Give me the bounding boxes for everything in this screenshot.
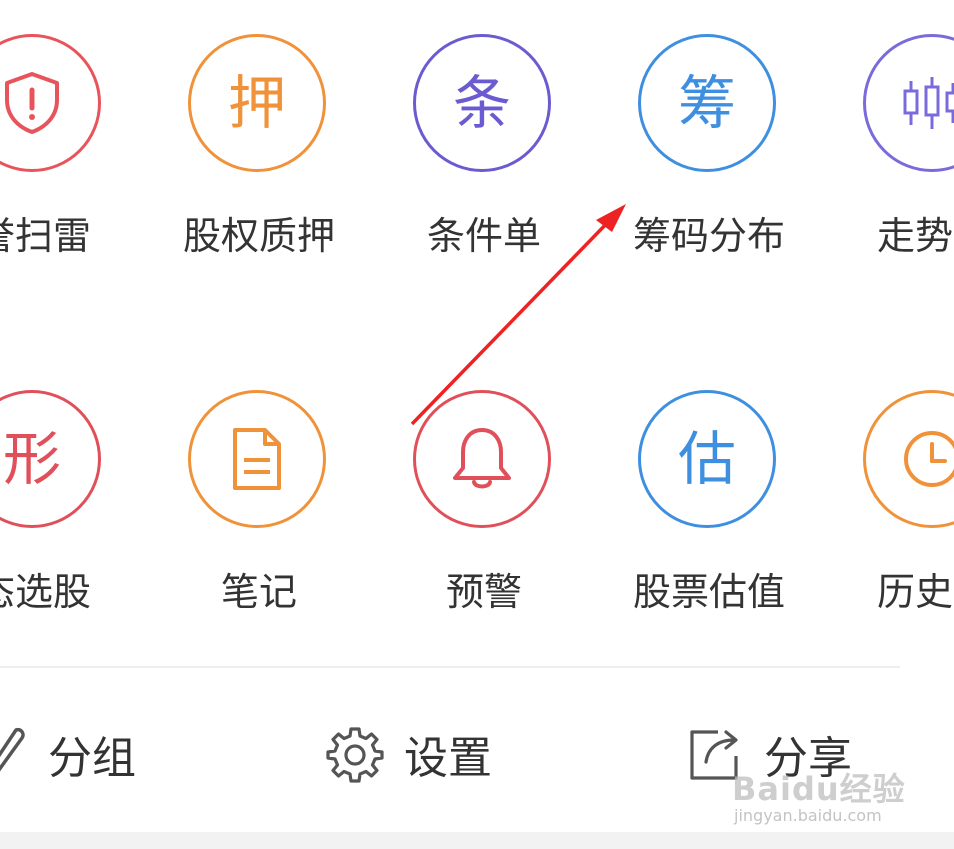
- condition-char-icon: 条: [413, 34, 551, 172]
- tile-history-backtest[interactable]: 历史回: [834, 356, 954, 616]
- chips-char-icon: 筹: [638, 34, 776, 172]
- share-icon: [690, 730, 738, 780]
- icon-glyph: 形: [2, 425, 61, 493]
- gear-icon: [326, 727, 384, 783]
- shield-alert-icon-svg: [5, 72, 59, 134]
- divider: [0, 666, 900, 668]
- pattern-char-icon: 形: [0, 390, 101, 528]
- tile-trend-forecast[interactable]: 走势预: [834, 0, 954, 260]
- tile-label: 历史回: [876, 570, 954, 614]
- share-button[interactable]: 分享: [688, 718, 852, 790]
- icon-glyph: 条: [452, 69, 511, 137]
- settings-button[interactable]: 设置: [326, 718, 492, 790]
- footer-bar: [0, 832, 954, 849]
- candlestick-icon-svg: [903, 77, 954, 129]
- menu-panel: 誉扫雷 押 股权质押 条 条件单 筹 筹码分布 走势预: [0, 0, 954, 849]
- watermark-url: jingyan.baidu.com: [734, 806, 882, 825]
- valuation-char-icon: 估: [638, 390, 776, 528]
- document-icon-svg: [233, 428, 281, 490]
- settings-label: 设置: [404, 733, 492, 784]
- pledge-char-icon: 押: [188, 34, 326, 172]
- group-label: 分组: [48, 733, 136, 784]
- clock-icon: [863, 390, 954, 528]
- icon-glyph: 估: [677, 425, 736, 493]
- icon-glyph: 筹: [677, 69, 736, 137]
- share-label: 分享: [764, 733, 852, 784]
- icon-glyph: 押: [227, 69, 286, 137]
- tile-label: 走势预: [876, 214, 954, 258]
- group-button[interactable]: 分组: [0, 718, 136, 790]
- bell-icon-svg: [453, 428, 511, 489]
- bell-icon: [413, 390, 551, 528]
- document-icon: [188, 390, 326, 528]
- tag-icon: [0, 727, 25, 772]
- clock-icon-svg: [904, 431, 954, 487]
- candlestick-icon: [863, 34, 954, 172]
- shield-alert-icon: [0, 34, 101, 172]
